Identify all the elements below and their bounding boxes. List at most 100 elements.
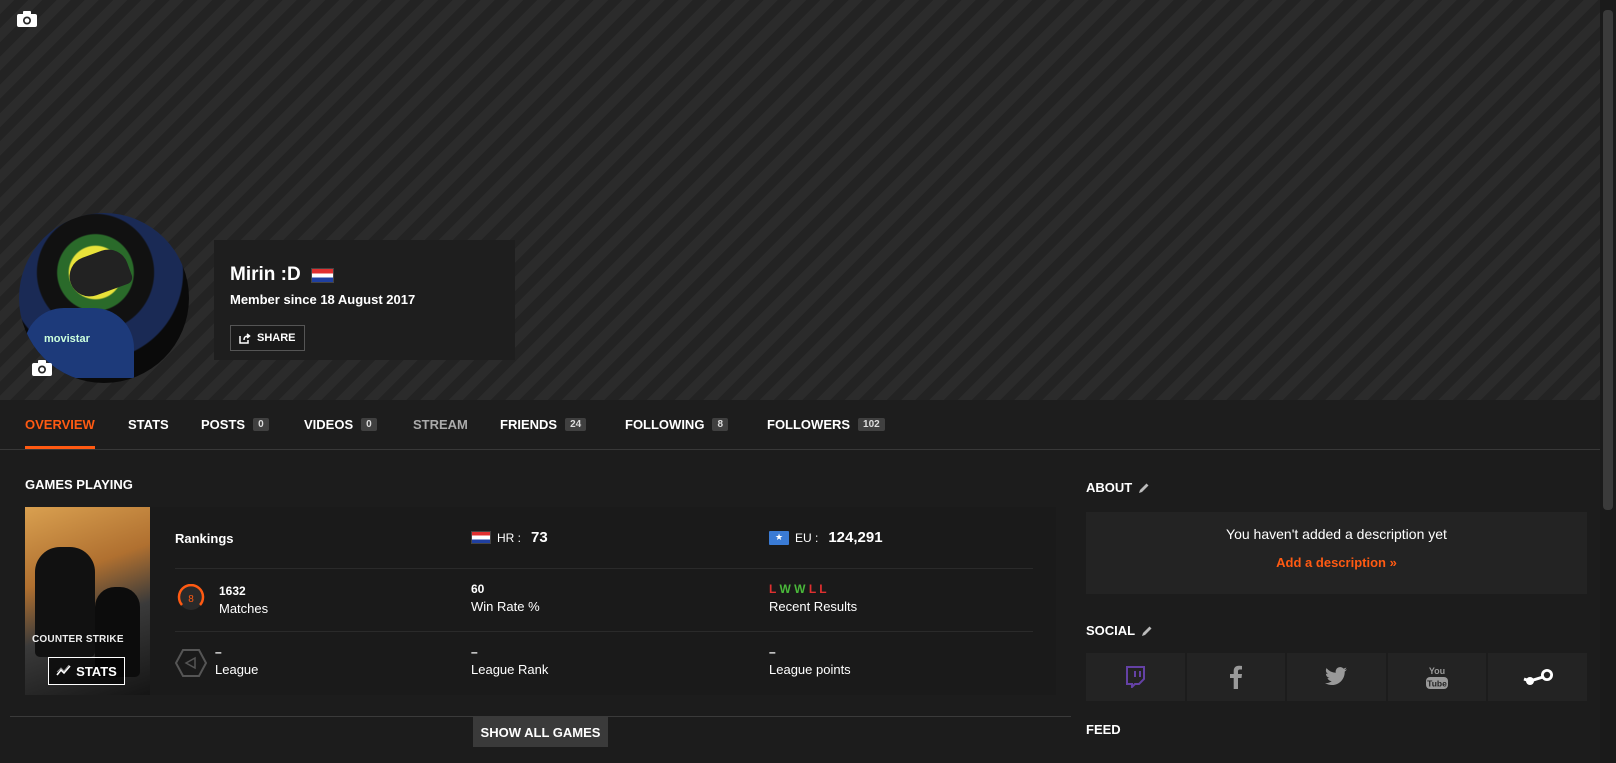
hr-label: HR :: [497, 530, 521, 545]
game-cover-image[interactable]: COUNTER STRIKE STATS: [25, 507, 150, 695]
tab-videos[interactable]: VIDEOS 0: [304, 400, 377, 449]
twitch-link[interactable]: [1086, 653, 1187, 701]
matches-stat: 1632 Matches: [219, 584, 268, 616]
croatia-flag-icon: [310, 267, 334, 283]
hr-ranking: HR : 73: [471, 529, 548, 546]
rankings-row: Rankings HR : 73 ★ EU : 124,291: [175, 507, 1033, 569]
edit-social-pencil-icon[interactable]: [1141, 625, 1153, 637]
tab-label: OVERVIEW: [25, 417, 95, 432]
tab-label: FOLLOWERS: [767, 417, 851, 432]
profile-card: Mirin :D Member since 18 August 2017 SHA…: [214, 240, 515, 360]
tab-count-badge: 24: [565, 418, 587, 431]
tab-label: STATS: [128, 417, 169, 432]
tab-label: FOLLOWING: [625, 417, 705, 432]
twitter-icon: [1325, 667, 1348, 686]
tab-friends[interactable]: FRIENDS 24: [500, 400, 587, 449]
feed-title: FEED: [1086, 722, 1121, 737]
camera-icon: [17, 11, 37, 27]
league-points-value: –: [769, 645, 776, 659]
skill-level-icon: 8: [177, 584, 205, 610]
result-loss: L: [819, 582, 827, 596]
scrollbar-thumb[interactable]: [1603, 10, 1613, 510]
change-avatar-button[interactable]: [31, 358, 53, 378]
winrate-label: Win Rate %: [471, 599, 540, 614]
games-playing-title: GAMES PLAYING: [25, 477, 133, 492]
add-description-link[interactable]: Add a description »: [1086, 555, 1587, 570]
tab-posts[interactable]: POSTS 0: [201, 400, 269, 449]
social-links: You Tube: [1086, 653, 1587, 701]
twitter-link[interactable]: [1287, 653, 1388, 701]
tab-count-badge: 0: [361, 418, 377, 431]
rankings-label: Rankings: [175, 531, 234, 546]
about-header: ABOUT: [1086, 480, 1150, 495]
tab-count-badge: 0: [253, 418, 269, 431]
social-title: SOCIAL: [1086, 623, 1136, 638]
steam-link[interactable]: [1488, 653, 1587, 701]
league-rank-stat: – League Rank: [471, 645, 548, 677]
eu-value: 124,291: [828, 529, 883, 546]
camera-icon: [32, 360, 52, 376]
tab-count-badge: 102: [858, 418, 885, 431]
about-title: ABOUT: [1086, 480, 1133, 495]
share-button[interactable]: SHARE: [230, 325, 305, 351]
league-value: –: [215, 645, 222, 659]
chart-line-icon: [56, 665, 71, 676]
username-row: Mirin :D: [230, 264, 499, 286]
recent-results: L W W L L: [769, 582, 857, 596]
recent-results-stat: L W W L L Recent Results: [769, 582, 857, 614]
edit-about-pencil-icon[interactable]: [1138, 482, 1150, 494]
tab-label: STREAM: [413, 417, 468, 432]
eu-region-icon: ★: [769, 530, 789, 545]
league-rank-value: –: [471, 645, 478, 659]
tab-label: POSTS: [201, 417, 246, 432]
about-box: You haven't added a description yet Add …: [1086, 512, 1587, 594]
eu-label: EU :: [795, 530, 819, 545]
matches-value: 1632: [219, 584, 246, 598]
league-badge-icon: [175, 649, 207, 677]
twitch-icon: [1126, 666, 1146, 688]
youtube-link[interactable]: You Tube: [1387, 653, 1489, 701]
tab-stream[interactable]: STREAM: [413, 400, 468, 449]
username: Mirin :D: [230, 264, 301, 285]
league-rank-label: League Rank: [471, 662, 549, 677]
tab-label: FRIENDS: [500, 417, 558, 432]
youtube-icon: You Tube: [1426, 666, 1449, 689]
change-banner-button[interactable]: [16, 9, 38, 29]
hr-value: 73: [531, 529, 548, 546]
svg-text:Tube: Tube: [1427, 679, 1447, 689]
share-icon: [239, 332, 251, 344]
league-points-stat: – League points: [769, 645, 851, 677]
stats-label: STATS: [76, 663, 117, 679]
result-loss: L: [808, 582, 816, 596]
performance-row: 8 1632 Matches 60 Win Rate % L W W L L R…: [175, 569, 1033, 632]
share-label: SHARE: [257, 332, 296, 344]
about-empty-message: You haven't added a description yet: [1226, 526, 1447, 542]
facebook-link[interactable]: [1186, 653, 1288, 701]
tab-followers[interactable]: FOLLOWERS 102: [767, 400, 885, 449]
tab-overview[interactable]: OVERVIEW: [25, 400, 95, 449]
winrate-stat: 60 Win Rate %: [471, 582, 540, 614]
league-stat: – League: [215, 645, 258, 677]
tab-following[interactable]: FOLLOWING 8: [625, 400, 728, 449]
game-stats-button[interactable]: STATS: [48, 657, 125, 685]
croatia-flag-icon: [471, 531, 491, 544]
league-row: – League – League Rank – League points: [175, 632, 1033, 695]
scrollbar[interactable]: [1600, 0, 1616, 763]
winrate-value: 60: [471, 582, 485, 596]
result-win: W: [779, 582, 791, 596]
svg-text:You: You: [1429, 666, 1445, 676]
eu-ranking: ★ EU : 124,291: [769, 529, 883, 546]
facebook-icon: [1229, 665, 1242, 689]
result-win: W: [794, 582, 806, 596]
tab-count-badge: 8: [712, 418, 728, 431]
tab-label: VIDEOS: [304, 417, 354, 432]
result-loss: L: [769, 582, 777, 596]
show-all-games-button[interactable]: SHOW ALL GAMES: [473, 717, 608, 747]
social-header: SOCIAL: [1086, 623, 1153, 638]
member-since: Member since 18 August 2017: [230, 292, 416, 307]
game-cover-logo: COUNTER STRIKE: [32, 634, 124, 645]
steam-icon: [1523, 669, 1553, 685]
matches-label: Matches: [219, 601, 269, 616]
game-card: COUNTER STRIKE STATS Rankings HR : 73 ★ …: [25, 507, 1056, 695]
tab-stats[interactable]: STATS: [128, 400, 169, 449]
